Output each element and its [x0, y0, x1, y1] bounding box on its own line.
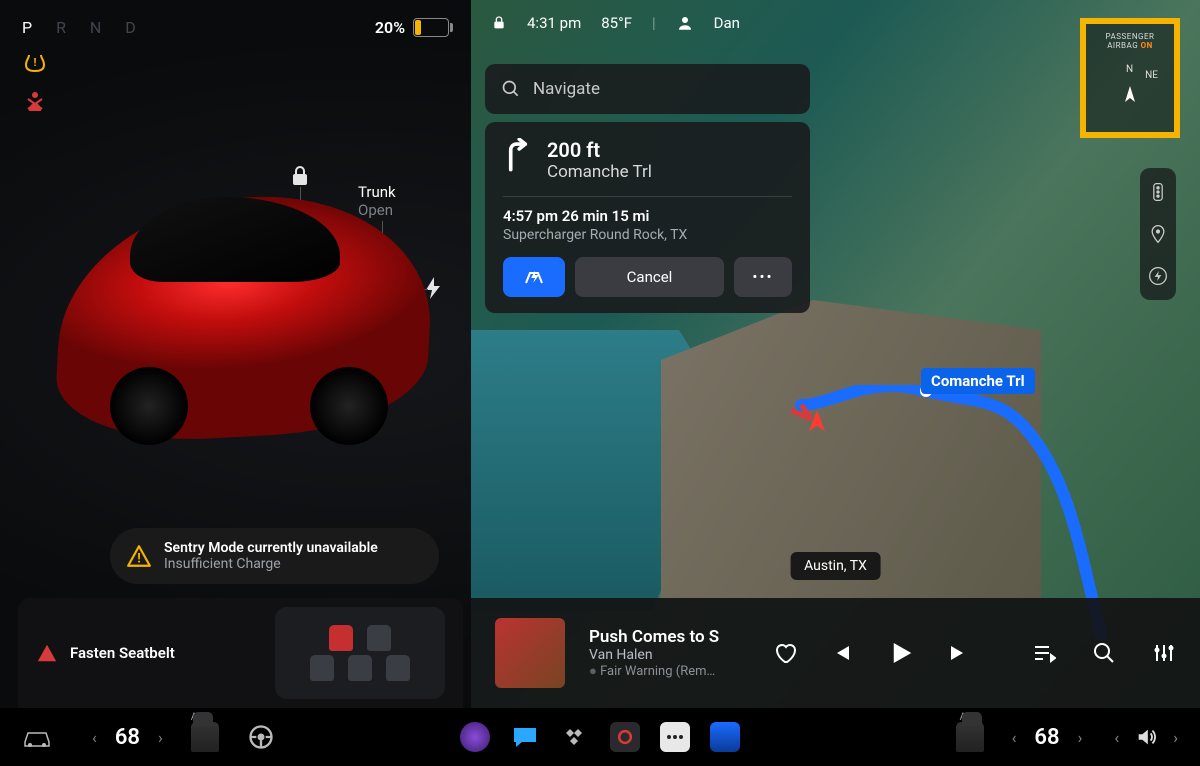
compass-icon[interactable]: N NE [1104, 64, 1156, 116]
tidal-app-icon[interactable] [560, 722, 590, 752]
seatbelt-alert-card[interactable]: Fasten Seatbelt [18, 598, 463, 708]
navigation-card: 200 ft Comanche Trl 4:57 pm 26 min 15 mi… [485, 122, 810, 313]
messages-app-icon[interactable] [510, 722, 540, 752]
bottom-dock: ‹ 68 › Auto Auto ‹ 68 › ‹ [0, 708, 1200, 766]
driver-name[interactable]: Dan [714, 14, 740, 32]
track-album: Fair Warning (Rem… [600, 664, 715, 679]
media-search-icon[interactable] [1092, 641, 1116, 665]
temp-left-up[interactable]: › [158, 728, 163, 747]
toybox-app-icon[interactable] [710, 722, 740, 752]
driver-seat-heater-icon[interactable] [191, 722, 219, 752]
seat-passenger [367, 625, 391, 651]
favorite-icon[interactable] [773, 641, 797, 665]
warning-triangle-icon: ! [126, 543, 152, 569]
status-bar: 4:31 pm 85°F | Dan [491, 14, 740, 32]
seat-driver [329, 625, 353, 651]
nav-cancel-button[interactable]: Cancel [575, 257, 724, 297]
city-label: Austin, TX [790, 552, 881, 580]
track-artist: Van Halen [589, 647, 719, 663]
charger-map-icon[interactable] [1148, 266, 1168, 286]
passenger-temp[interactable]: 68 [1034, 725, 1059, 750]
temp-right-up[interactable]: › [1078, 728, 1083, 747]
all-apps-icon[interactable] [660, 722, 690, 752]
user-icon[interactable] [676, 14, 694, 32]
equalizer-icon[interactable] [1152, 641, 1176, 665]
battery-percent: 20% [375, 18, 405, 37]
vehicle-panel: P R N D 20% ! [0, 0, 471, 708]
next-track-icon[interactable] [947, 641, 971, 665]
play-icon[interactable] [885, 638, 915, 668]
queue-icon[interactable] [1032, 641, 1056, 665]
sentry-subtitle: Insufficient Charge [164, 556, 378, 572]
driver-temp[interactable]: 68 [115, 725, 140, 750]
search-icon [501, 79, 521, 99]
clock: 4:31 pm [527, 14, 581, 32]
nav-supercharger-button[interactable] [503, 257, 565, 297]
car-render [60, 197, 430, 437]
steering-wheel-heat-icon[interactable] [247, 723, 275, 751]
gear-selector: P R N D [22, 18, 146, 37]
track-info[interactable]: Push Comes to S Van Halen ● Fair Warning… [589, 627, 719, 679]
nav-destination: Supercharger Round Rock, TX [503, 227, 792, 243]
battery-icon [413, 18, 449, 37]
temp-right-down[interactable]: ‹ [1012, 728, 1017, 747]
navigate-search[interactable]: Navigate [485, 64, 810, 114]
sentry-warning-card[interactable]: ! Sentry Mode currently unavailable Insu… [110, 528, 439, 584]
map-panel[interactable]: Comanche Trl 4:31 pm 85°F | Dan Navigate… [471, 0, 1200, 708]
battery-status[interactable]: 20% [375, 18, 449, 37]
car-settings-icon[interactable] [22, 726, 52, 748]
lock-icon[interactable] [491, 15, 507, 31]
map-tools [1140, 168, 1176, 300]
nav-eta: 4:57 pm 26 min 15 mi [503, 207, 792, 225]
road-name-label: Comanche Trl [921, 368, 1035, 394]
nav-more-button[interactable]: ••• [734, 257, 792, 297]
passenger-airbag-badge: PASSENGERAIRBAG ON N NE [1080, 18, 1180, 138]
gear-p: P [22, 18, 42, 37]
prev-track-icon[interactable] [829, 641, 853, 665]
map-pin-icon[interactable] [1148, 224, 1168, 244]
album-art[interactable] [495, 618, 565, 688]
volume-up[interactable]: › [1173, 728, 1178, 747]
nav-distance: 200 ft [547, 138, 652, 162]
temp-left-down[interactable]: ‹ [92, 728, 97, 747]
current-position-marker [803, 408, 831, 436]
passenger-seat-heater-icon[interactable] [956, 722, 984, 752]
seats-diagram [275, 607, 445, 699]
media-bar: Push Comes to S Van Halen ● Fair Warning… [471, 598, 1200, 708]
track-title: Push Comes to S [589, 627, 719, 647]
lock-icon[interactable] [290, 165, 310, 187]
outside-temp[interactable]: 85°F [601, 14, 632, 32]
turn-right-icon [503, 138, 533, 172]
traffic-light-icon[interactable] [1148, 182, 1168, 202]
volume-icon[interactable] [1133, 726, 1159, 748]
volume-down[interactable]: ‹ [1114, 728, 1119, 747]
alert-triangle-icon [36, 642, 58, 664]
seatbelt-message: Fasten Seatbelt [70, 644, 175, 662]
nav-street: Comanche Trl [547, 162, 652, 182]
search-placeholder: Navigate [533, 79, 600, 99]
svg-text:!: ! [137, 552, 141, 567]
camera-app-icon[interactable] [610, 722, 640, 752]
sentry-title: Sentry Mode currently unavailable [164, 540, 378, 556]
dashcam-app-icon[interactable] [460, 722, 490, 752]
